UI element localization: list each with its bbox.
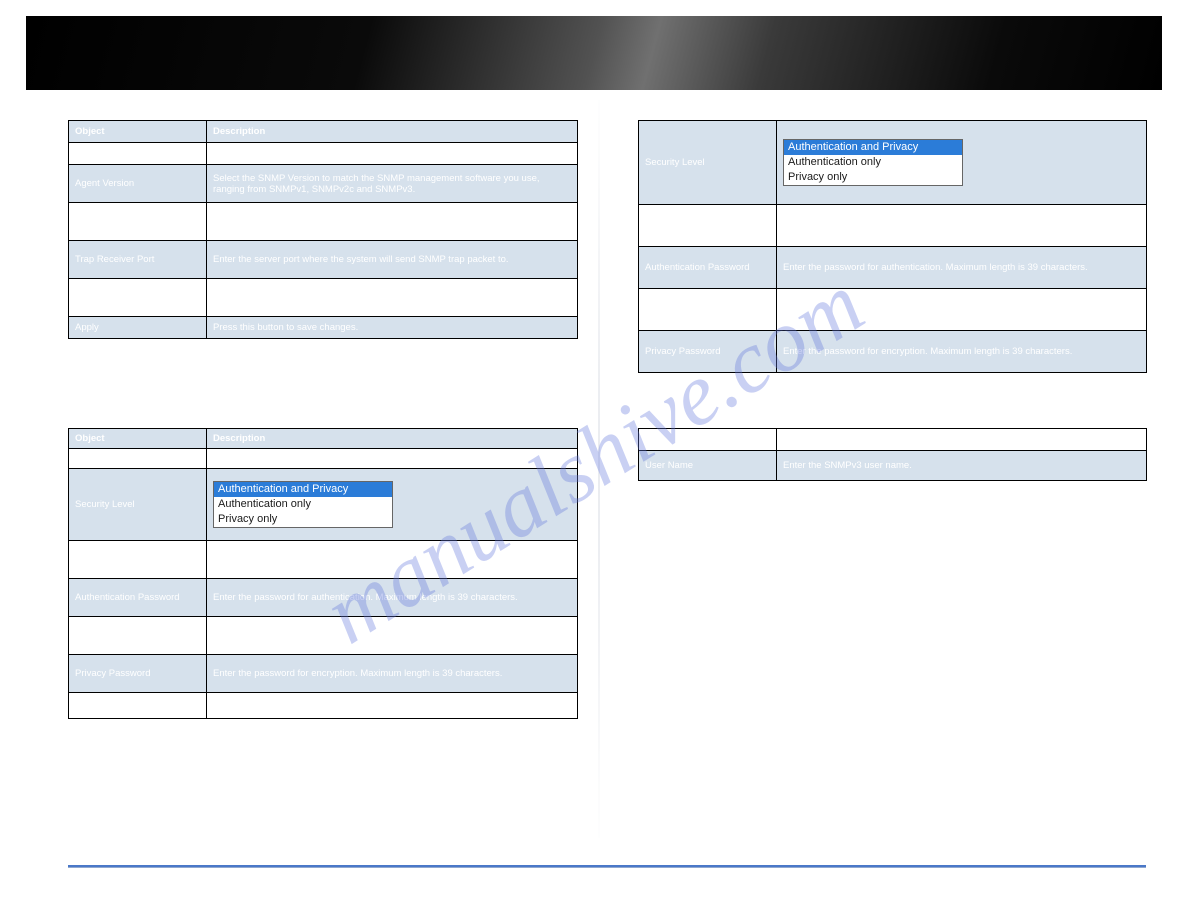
- left-top-block: ObjectDescriptionSNMP StateEnable/Disabl…: [68, 120, 578, 367]
- table-value-cell: Select the encryption method for the com…: [777, 289, 1147, 331]
- table-value-cell: Press this button to save changes.: [207, 317, 578, 339]
- dropdown-option: Authentication only: [214, 497, 392, 512]
- table-label-cell: Agent Version: [69, 165, 207, 203]
- table-value-cell: Enable/disable to record the SNMP action…: [207, 279, 578, 317]
- table-value-cell: Description: [777, 429, 1147, 451]
- table-label-cell: Apply: [69, 317, 207, 339]
- table-label-cell: Privacy Type: [639, 289, 777, 331]
- table-label-cell: SNMP Event Log: [69, 279, 207, 317]
- table-value-cell: Enter the SNMP server IP where the syste…: [207, 203, 578, 241]
- dropdown-option: Authentication and Privacy: [784, 140, 962, 155]
- dropdown-option: Authentication only: [784, 155, 962, 170]
- column-divider: [598, 100, 600, 838]
- table-label-cell: User Name: [639, 451, 777, 481]
- table-label-cell: Privacy Type: [69, 617, 207, 655]
- page-number: 44: [588, 880, 600, 892]
- table-value-cell: Enter the password for encryption. Maxim…: [777, 331, 1147, 373]
- left-intro-text: When selecting SNMPv3 as SNMP Agent Vers…: [68, 347, 578, 361]
- footer-rule: [68, 865, 1146, 868]
- table-label-cell: Apply: [69, 693, 207, 719]
- table-label-cell: Authentication Type: [639, 205, 777, 247]
- right-bottom-block: ObjectDescriptionUser NameEnter the SNMP…: [638, 428, 1147, 481]
- table-value-cell: Authentication and PrivacyAuthentication…: [207, 469, 578, 541]
- table-value-cell: Select the authentication method for the…: [207, 541, 578, 579]
- table-value-cell: Enter the password for authentication. M…: [777, 247, 1147, 289]
- left-bottom-block: ObjectDescriptionUser NameEnter the SNMP…: [68, 428, 578, 719]
- dropdown-option: Authentication and Privacy: [214, 482, 392, 497]
- dropdown-option: Privacy only: [214, 512, 392, 527]
- table-label-cell: Security Level: [69, 469, 207, 541]
- table-snmpv3-cont: Security LevelAuthentication and Privacy…: [638, 120, 1147, 373]
- table-value-cell: Description: [207, 429, 578, 449]
- table-value-cell: Select the encryption method for the com…: [207, 617, 578, 655]
- table-value-cell: Select the SNMP Version to match the SNM…: [207, 165, 578, 203]
- table-value-cell: Enable/Disable SNMP function.: [207, 143, 578, 165]
- table-value-cell: Enter the password for authentication. M…: [207, 579, 578, 617]
- copyright-text: Copyright © PLANET Technology Corporatio…: [68, 881, 358, 892]
- table-label-cell: Authentication Type: [69, 541, 207, 579]
- table-label-cell: Object: [639, 429, 777, 451]
- security-level-dropdown: Authentication and PrivacyAuthentication…: [213, 481, 393, 529]
- table-label-cell: User Name: [69, 449, 207, 469]
- right-top-block: Security LevelAuthentication and Privacy…: [638, 120, 1147, 401]
- table-value-cell: Enter the password for encryption. Maxim…: [207, 655, 578, 693]
- table-value-cell: Enter the server port where the system w…: [207, 241, 578, 279]
- table-label-cell: Security Level: [639, 121, 777, 205]
- table-label-cell: Object: [69, 429, 207, 449]
- table-trap-account: ObjectDescriptionUser NameEnter the SNMP…: [638, 428, 1147, 481]
- table-label-cell: Trap Receiver Port: [69, 241, 207, 279]
- table-value-cell: Press this button to save changes.: [207, 693, 578, 719]
- header-banner: [26, 16, 1162, 90]
- table-label-cell: Trap Receiver IP: [69, 203, 207, 241]
- right-intro-text: In Trap Account area:: [638, 381, 1147, 395]
- table-value-cell: Enter the SNMPv3 user name.: [777, 451, 1147, 481]
- table-label-cell: Authentication Password: [69, 579, 207, 617]
- table-value-cell: Select the authentication method for the…: [777, 205, 1147, 247]
- table-label-cell: Privacy Password: [639, 331, 777, 373]
- table-value-cell: Authentication and PrivacyAuthentication…: [777, 121, 1147, 205]
- table-label-cell: Object: [69, 121, 207, 143]
- security-level-dropdown: Authentication and PrivacyAuthentication…: [783, 139, 963, 187]
- table-snmp-config: ObjectDescriptionSNMP StateEnable/Disabl…: [68, 120, 578, 339]
- table-label-cell: SNMP State: [69, 143, 207, 165]
- table-value-cell: Description: [207, 121, 578, 143]
- dropdown-option: Privacy only: [784, 170, 962, 185]
- table-value-cell: Enter the SNMPv3 user name.: [207, 449, 578, 469]
- table-snmpv3-user: ObjectDescriptionUser NameEnter the SNMP…: [68, 428, 578, 719]
- table-label-cell: Privacy Password: [69, 655, 207, 693]
- table-label-cell: Authentication Password: [639, 247, 777, 289]
